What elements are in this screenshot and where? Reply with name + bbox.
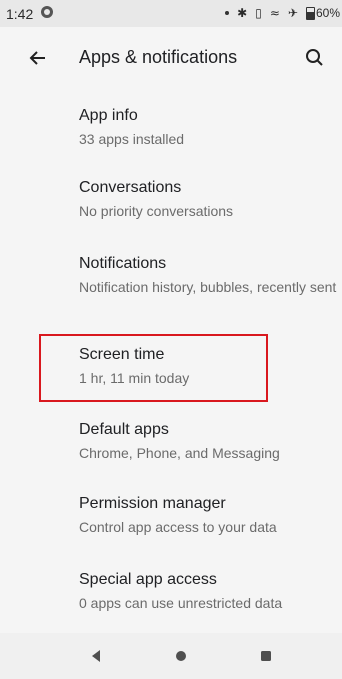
- list-item-title: App info: [79, 107, 138, 124]
- list-item-permission-manager[interactable]: Permission manager Control app access to…: [0, 494, 342, 536]
- list-item-notifications[interactable]: Notifications Notification history, bubb…: [0, 254, 342, 296]
- arrow-left-icon: [29, 51, 45, 65]
- list-item-title: Screen time: [79, 346, 165, 363]
- nav-back-button[interactable]: [84, 644, 108, 668]
- search-icon: [306, 49, 323, 66]
- list-item-title: Permission manager: [79, 495, 226, 512]
- search-button[interactable]: [298, 41, 332, 75]
- bluetooth-icon: ✱: [237, 6, 248, 20]
- status-time: 1:42: [6, 6, 34, 22]
- nav-recents-button[interactable]: [254, 644, 278, 668]
- list-item-screen-time[interactable]: Screen time 1 hr, 11 min today: [0, 345, 342, 387]
- back-button[interactable]: [20, 41, 54, 75]
- airplane-icon: ✈: [287, 6, 298, 20]
- list-item-subtitle: 33 apps installed: [79, 131, 185, 147]
- list-item-title: Notifications: [79, 255, 167, 272]
- square-recents-icon: [261, 651, 271, 661]
- list-item-subtitle: No priority conversations: [79, 203, 234, 219]
- vibrate-icon: ▯: [255, 6, 262, 20]
- list-item-subtitle: Control app access to your data: [79, 519, 277, 535]
- list-item-conversations[interactable]: Conversations No priority conversations: [0, 178, 342, 220]
- list-item-app-info[interactable]: App info 33 apps installed: [0, 106, 342, 148]
- vpn-icon: [41, 6, 53, 18]
- list-item-subtitle: 1 hr, 11 min today: [79, 370, 190, 386]
- triangle-back-icon: [92, 650, 100, 662]
- top-app-bar: Apps & notifications: [0, 27, 342, 89]
- notification-dot-icon: [225, 11, 230, 15]
- battery-percent: 60%: [315, 6, 340, 20]
- list-item-subtitle: Chrome, Phone, and Messaging: [79, 445, 280, 461]
- list-item-title: Conversations: [79, 179, 182, 196]
- navigation-bar: [0, 633, 342, 679]
- wifi-icon: ≈: [269, 6, 280, 20]
- page-title: Apps & notifications: [79, 47, 238, 67]
- battery-icon: [305, 6, 315, 20]
- circle-home-icon: [176, 651, 186, 661]
- list-item-title: Default apps: [79, 421, 169, 438]
- list-item-subtitle: Notification history, bubbles, recently …: [79, 279, 337, 295]
- settings-screen: 1:42 ✱ ▯ ≈ ✈ 60% Apps & notifications Ap…: [0, 0, 342, 679]
- status-bar: 1:42 ✱ ▯ ≈ ✈ 60%: [0, 0, 342, 27]
- status-icons: ✱ ▯ ≈ ✈ 60%: [225, 6, 340, 20]
- nav-home-button[interactable]: [169, 644, 193, 668]
- list-item-default-apps[interactable]: Default apps Chrome, Phone, and Messagin…: [0, 420, 342, 462]
- list-item-title: Special app access: [79, 571, 217, 588]
- list-item-subtitle: 0 apps can use unrestricted data: [79, 595, 283, 611]
- battery-indicator: 60%: [305, 6, 340, 20]
- list-item-special-app-access[interactable]: Special app access 0 apps can use unrest…: [0, 570, 342, 612]
